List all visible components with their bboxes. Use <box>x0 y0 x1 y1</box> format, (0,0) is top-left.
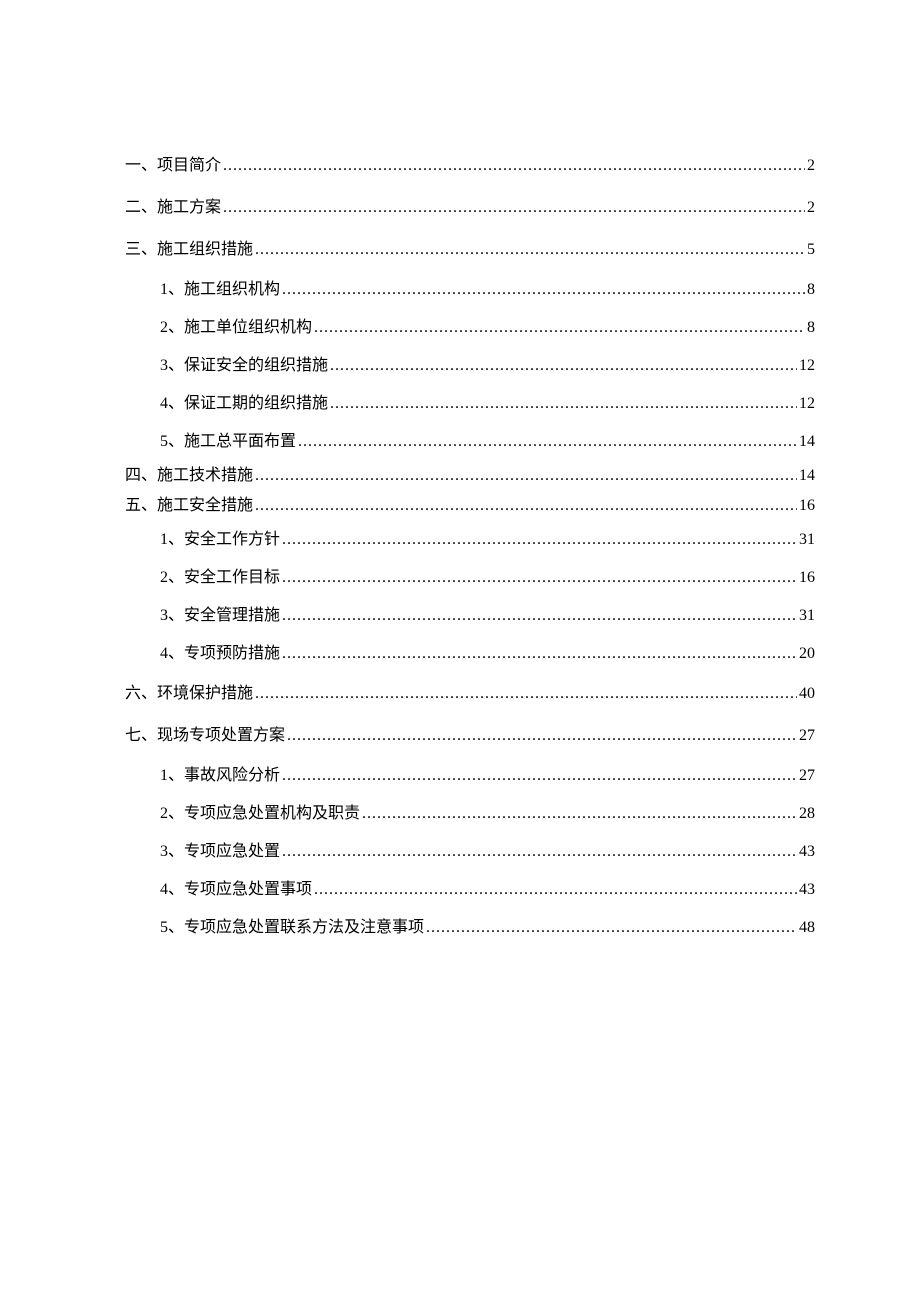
toc-dots <box>282 559 797 597</box>
toc-page-number: 2 <box>807 187 815 229</box>
toc-page-number: 48 <box>799 909 815 947</box>
toc-entry[interactable]: 2、安全工作目标 16 <box>125 559 815 597</box>
toc-label: 1、事故风险分析 <box>160 757 280 795</box>
toc-page-number: 27 <box>799 715 815 757</box>
toc-label: 2、施工单位组织机构 <box>160 309 312 347</box>
toc-dots <box>223 187 805 229</box>
toc-entry[interactable]: 3、安全管理措施 31 <box>125 597 815 635</box>
toc-dots <box>298 423 797 461</box>
toc-label: 1、安全工作方针 <box>160 521 280 559</box>
toc-label: 2、专项应急处置机构及职责 <box>160 795 360 833</box>
toc-entry[interactable]: 2、施工单位组织机构 8 <box>125 309 815 347</box>
toc-dots <box>282 757 797 795</box>
toc-page-number: 28 <box>799 795 815 833</box>
toc-dots <box>330 347 797 385</box>
toc-page-number: 31 <box>799 597 815 635</box>
toc-entry[interactable]: 2、专项应急处置机构及职责 28 <box>125 795 815 833</box>
toc-label: 4、保证工期的组织措施 <box>160 385 328 423</box>
toc-entry[interactable]: 5、专项应急处置联系方法及注意事项 48 <box>125 909 815 947</box>
toc-page-number: 8 <box>807 271 815 309</box>
toc-page-number: 43 <box>799 833 815 871</box>
toc-entry[interactable]: 4、专项预防措施 20 <box>125 635 815 673</box>
toc-dots <box>282 597 797 635</box>
toc-label: 四、施工技术措施 <box>125 461 253 491</box>
toc-entry[interactable]: 4、专项应急处置事项 43 <box>125 871 815 909</box>
toc-dots <box>330 385 797 423</box>
toc-dots <box>282 833 797 871</box>
toc-entry[interactable]: 1、事故风险分析 27 <box>125 757 815 795</box>
toc-label: 4、专项应急处置事项 <box>160 871 312 909</box>
toc-dots <box>282 635 797 673</box>
toc-dots <box>287 715 797 757</box>
toc-dots <box>426 909 797 947</box>
toc-entry[interactable]: 六、环境保护措施 40 <box>125 673 815 715</box>
toc-page-number: 16 <box>799 491 815 521</box>
toc-page-number: 14 <box>799 461 815 491</box>
toc-label: 1、施工组织机构 <box>160 271 280 309</box>
toc-page-number: 43 <box>799 871 815 909</box>
toc-page-number: 16 <box>799 559 815 597</box>
toc-page-number: 31 <box>799 521 815 559</box>
toc-label: 二、施工方案 <box>125 187 221 229</box>
table-of-contents: 一、项目简介2二、施工方案2三、施工组织措施51、施工组织机构82、施工单位组织… <box>125 145 815 947</box>
toc-dots <box>255 229 805 271</box>
toc-page-number: 5 <box>807 229 815 271</box>
toc-label: 五、施工安全措施 <box>125 491 253 521</box>
toc-entry[interactable]: 1、安全工作方针 31 <box>125 521 815 559</box>
toc-dots <box>282 521 797 559</box>
toc-page-number: 8 <box>807 309 815 347</box>
toc-label: 4、专项预防措施 <box>160 635 280 673</box>
toc-entry[interactable]: 5、施工总平面布置 14 <box>125 423 815 461</box>
toc-label: 三、施工组织措施 <box>125 229 253 271</box>
toc-label: 六、环境保护措施 <box>125 673 253 715</box>
toc-dots <box>314 309 805 347</box>
toc-label: 2、安全工作目标 <box>160 559 280 597</box>
toc-entry[interactable]: 三、施工组织措施 5 <box>125 229 815 271</box>
toc-dots <box>282 271 805 309</box>
toc-page-number: 20 <box>799 635 815 673</box>
toc-entry[interactable]: 四、施工技术措施 14 <box>125 461 815 491</box>
toc-dots <box>223 145 805 187</box>
toc-entry[interactable]: 二、施工方案 2 <box>125 187 815 229</box>
toc-dots <box>314 871 797 909</box>
toc-label: 5、专项应急处置联系方法及注意事项 <box>160 909 424 947</box>
toc-dots <box>255 461 797 491</box>
toc-page-number: 14 <box>799 423 815 461</box>
toc-page-number: 40 <box>799 673 815 715</box>
toc-tight-group: 四、施工技术措施 14 五、施工安全措施 16 <box>125 461 815 521</box>
toc-label: 一、项目简介 <box>125 145 221 187</box>
toc-entry[interactable]: 1、施工组织机构 8 <box>125 271 815 309</box>
toc-dots <box>255 673 797 715</box>
toc-page-number: 12 <box>799 347 815 385</box>
toc-label: 3、安全管理措施 <box>160 597 280 635</box>
toc-page-number: 27 <box>799 757 815 795</box>
toc-entry[interactable]: 4、保证工期的组织措施 12 <box>125 385 815 423</box>
toc-label: 七、现场专项处置方案 <box>125 715 285 757</box>
toc-entry[interactable]: 七、现场专项处置方案 27 <box>125 715 815 757</box>
toc-page-number: 12 <box>799 385 815 423</box>
toc-dots <box>255 491 797 521</box>
toc-label: 5、施工总平面布置 <box>160 423 296 461</box>
toc-page-number: 2 <box>807 145 815 187</box>
toc-label: 3、保证安全的组织措施 <box>160 347 328 385</box>
toc-entry[interactable]: 3、保证安全的组织措施 12 <box>125 347 815 385</box>
toc-entry[interactable]: 五、施工安全措施 16 <box>125 491 815 521</box>
toc-entry[interactable]: 一、项目简介 2 <box>125 145 815 187</box>
toc-dots <box>362 795 797 833</box>
toc-label: 3、专项应急处置 <box>160 833 280 871</box>
toc-entry[interactable]: 3、专项应急处置 43 <box>125 833 815 871</box>
